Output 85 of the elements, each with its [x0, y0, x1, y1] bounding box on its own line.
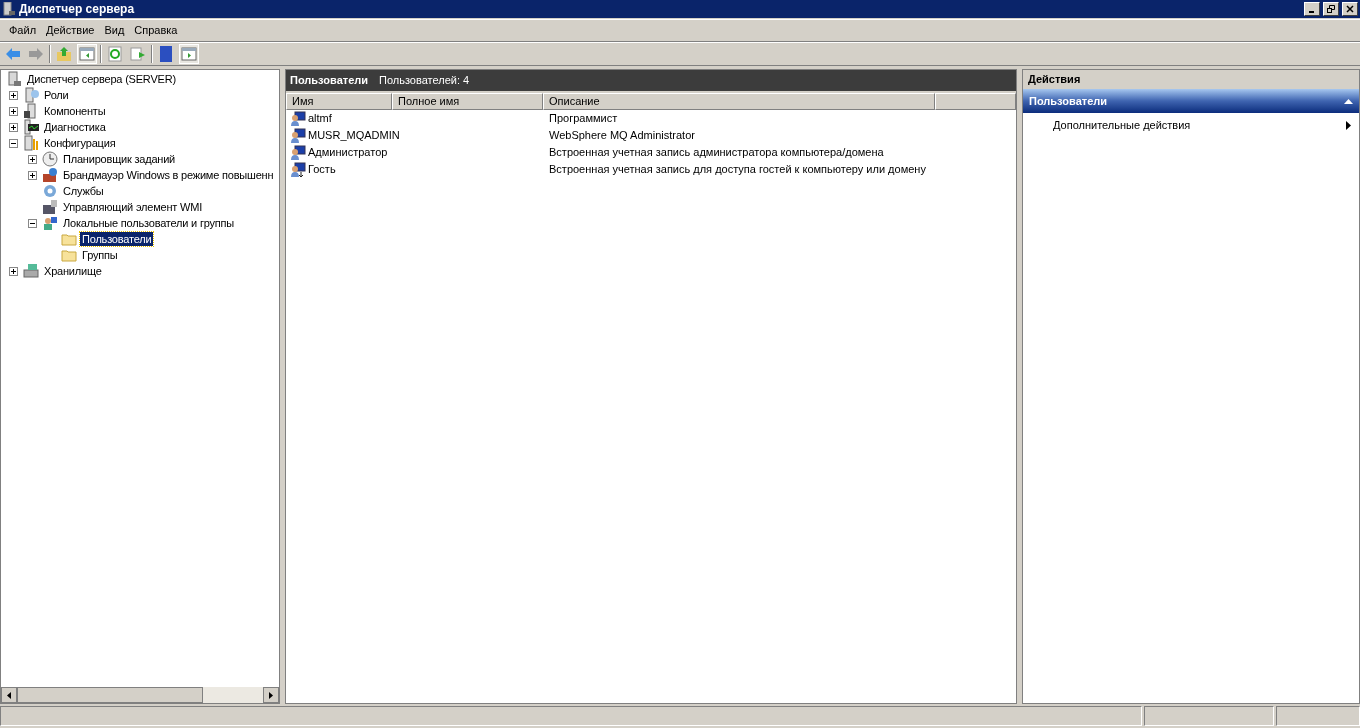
diagnostics-icon [23, 119, 39, 135]
submenu-arrow-icon [1346, 120, 1351, 130]
folder-icon [61, 247, 77, 263]
user-name: Гость [308, 162, 336, 178]
tree-item[interactable]: Компоненты [42, 104, 108, 118]
action-item[interactable]: Дополнительные действия [1023, 113, 1359, 137]
close-button[interactable] [1342, 2, 1358, 16]
help-icon [158, 46, 174, 62]
refresh-button[interactable] [105, 44, 125, 64]
minimize-button[interactable] [1304, 2, 1320, 16]
collapse-caret-icon [1344, 98, 1353, 104]
user-row[interactable]: MUSR_MQADMIN WebSphere MQ Administrator [286, 127, 1016, 144]
user-row[interactable]: Администратор Встроенная учетная запись администратора компьютера/домена [286, 144, 1016, 161]
action-pane-icon [181, 46, 197, 62]
user-row[interactable]: Гость Встроенная учетная запись для доступа гостей к компьютеру или домену [286, 161, 1016, 178]
user-description: Встроенная учетная запись для доступа гостей к компьютеру или домену [548, 162, 927, 178]
left-arrow-icon [7, 691, 11, 699]
expand-toggle[interactable] [9, 106, 18, 116]
actions-section-header[interactable]: Пользователи [1023, 89, 1359, 113]
users-icon [42, 215, 58, 231]
guest-user-icon [290, 161, 306, 178]
user-description: Встроенная учетная запись администратора компьютера/домена [548, 145, 885, 161]
user-name: Администратор [308, 145, 388, 161]
user-name: MUSR_MQADMIN [308, 128, 400, 144]
folder-icon [61, 231, 77, 247]
storage-icon [23, 263, 39, 279]
clock-icon [42, 151, 58, 167]
menu-item[interactable]: Вид [99, 22, 130, 39]
console-tree-icon [79, 46, 95, 62]
back-arrow-icon [5, 46, 21, 62]
user-icon [290, 144, 306, 161]
tree-item[interactable]: Роли [42, 88, 71, 102]
menu-item[interactable]: Файл [4, 22, 42, 39]
close-icon [1346, 5, 1354, 13]
collapse-toggle[interactable] [9, 138, 18, 148]
tree-item[interactable]: Диспетчер сервера (SERVER) [25, 72, 178, 86]
tree-item[interactable]: Службы [61, 184, 106, 198]
actions-header: Действия [1023, 70, 1359, 89]
tree-item[interactable]: Локальные пользователи и группы [61, 216, 237, 230]
tree-item[interactable]: Пользователи [80, 232, 154, 246]
tree-item[interactable]: Управляющий элемент WMI [61, 200, 205, 214]
expand-toggle[interactable] [9, 266, 18, 276]
expand-toggle[interactable] [9, 90, 18, 100]
menu-item[interactable]: Действие [41, 22, 100, 39]
horizontal-scrollbar[interactable] [1, 687, 279, 703]
pane-subtitle: Пользователей: 4 [379, 73, 470, 89]
user-icon [290, 110, 306, 127]
server-icon [2, 2, 16, 16]
column-header[interactable]: Имя [286, 93, 392, 110]
tree-item[interactable]: Группы [80, 248, 120, 262]
config-icon [23, 135, 39, 151]
tree-item[interactable]: Диагностика [42, 120, 108, 134]
section-title: Пользователи [1029, 93, 1107, 109]
expand-toggle[interactable] [9, 122, 18, 132]
user-name: altmf [308, 111, 332, 127]
expand-toggle[interactable] [28, 170, 37, 180]
features-icon [23, 103, 39, 119]
menu-item[interactable]: Справка [129, 22, 183, 39]
scrollbar-thumb[interactable] [17, 687, 203, 703]
restore-icon [1327, 5, 1335, 13]
right-arrow-icon [269, 691, 273, 699]
services-icon [42, 183, 58, 199]
tree-item[interactable]: Брандмауэр Windows в режиме повышенн [61, 168, 276, 182]
window-title: Диспетчер сервера [19, 1, 136, 18]
column-header[interactable]: Описание [543, 93, 935, 110]
forward-arrow-icon [28, 46, 44, 62]
restore-button[interactable] [1323, 2, 1339, 16]
collapse-toggle[interactable] [28, 218, 37, 228]
wmi-icon [42, 199, 58, 215]
export-list-icon [130, 46, 146, 62]
column-header[interactable]: Полное имя [392, 93, 543, 110]
user-description: Программист [548, 111, 619, 127]
roles-icon [23, 87, 39, 103]
tree-item[interactable]: Конфигурация [42, 136, 118, 150]
expand-toggle[interactable] [28, 154, 37, 164]
tree-item[interactable]: Планировщик заданий [61, 152, 178, 166]
firewall-icon [42, 167, 58, 183]
refresh-icon [107, 46, 123, 62]
tree-item[interactable]: Хранилище [42, 264, 104, 278]
pane-title: Пользователи [290, 73, 368, 89]
user-row[interactable]: altmf Программист [286, 110, 1016, 127]
user-icon [290, 127, 306, 144]
up-folder-icon [56, 46, 72, 62]
action-label: Дополнительные действия [1053, 117, 1191, 133]
user-description: WebSphere MQ Administrator [548, 128, 696, 144]
